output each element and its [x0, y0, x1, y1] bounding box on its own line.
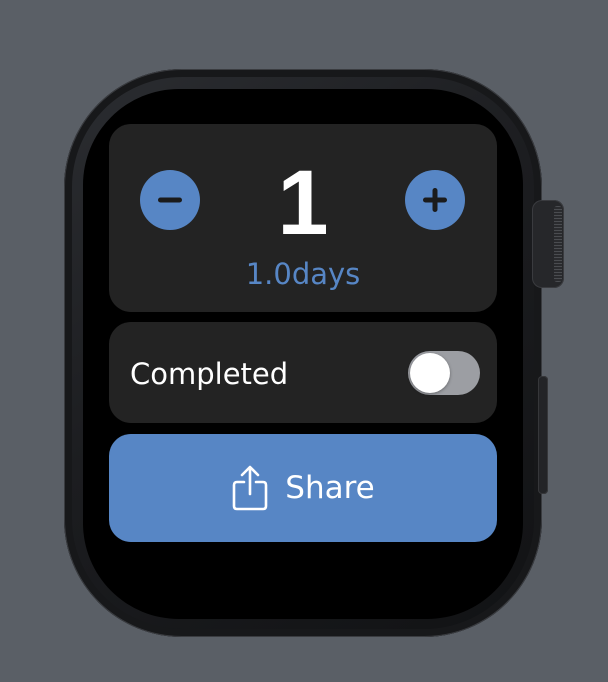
plus-icon [423, 188, 447, 212]
completed-toggle[interactable] [408, 351, 480, 395]
side-button[interactable] [538, 376, 548, 494]
share-button[interactable]: Share [109, 434, 497, 542]
increment-button[interactable] [405, 170, 465, 230]
decrement-button[interactable] [140, 170, 200, 230]
watch-simulator: 1 1.0days Completed Share [0, 0, 608, 682]
toggle-knob [410, 353, 450, 393]
counter-value: 1 [277, 152, 329, 254]
digital-crown[interactable] [532, 200, 564, 288]
minus-icon [158, 197, 182, 203]
counter-unit-label: 1.0days [245, 257, 361, 291]
share-icon [232, 465, 268, 511]
share-label: Share [285, 470, 375, 506]
completed-label: Completed [130, 357, 289, 391]
crown-ridges [554, 206, 562, 282]
